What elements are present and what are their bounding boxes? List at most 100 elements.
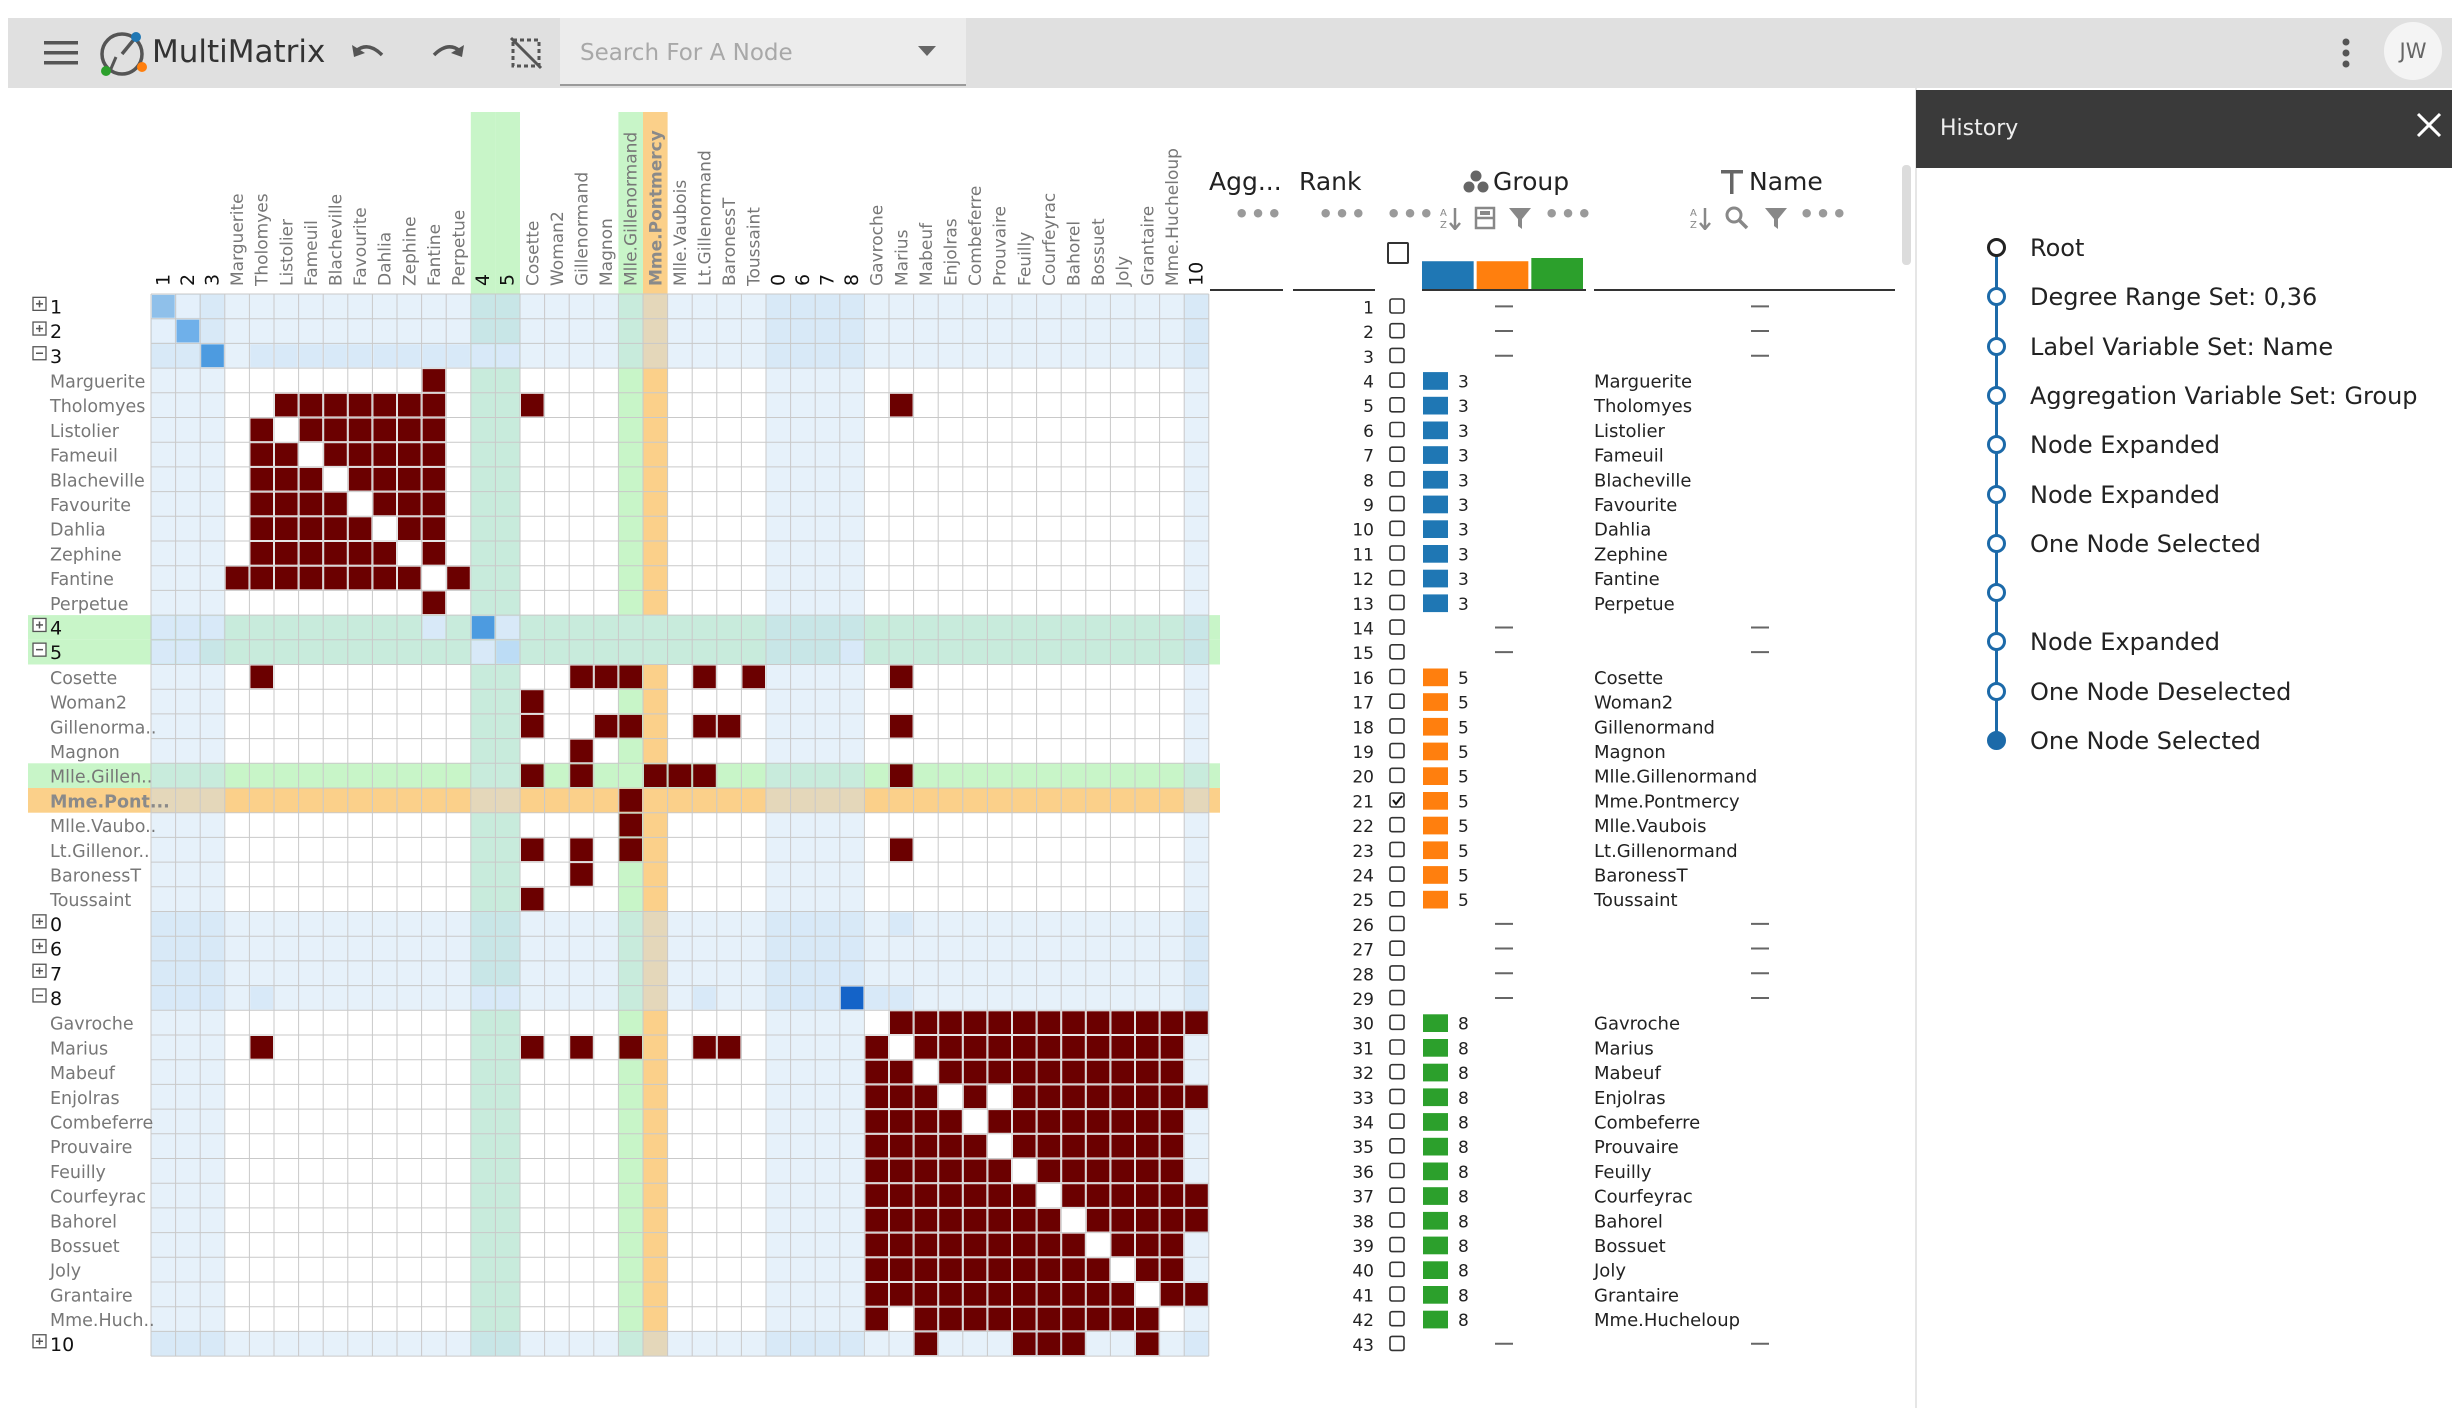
edge-cell[interactable] <box>1136 1134 1159 1158</box>
row-checkbox[interactable] <box>1389 594 1405 611</box>
edge-cell[interactable] <box>250 467 273 491</box>
name-cell[interactable]: Perpetue <box>1594 594 1675 615</box>
row-label[interactable]: Mlle.Vaubo.. <box>50 817 156 837</box>
row-checkbox[interactable] <box>1389 1261 1405 1278</box>
edge-cell[interactable] <box>1037 1110 1061 1133</box>
edge-cell[interactable] <box>299 542 323 565</box>
row-checkbox[interactable] <box>1389 890 1405 907</box>
edge-cell[interactable] <box>890 838 913 862</box>
edge-cell[interactable] <box>422 393 446 417</box>
expand-toggle[interactable] <box>32 938 47 954</box>
column-label[interactable]: Enjolras <box>942 218 962 286</box>
edge-cell[interactable] <box>939 1208 962 1232</box>
history-item-label[interactable]: Degree Range Set: 0,36 <box>2030 283 2317 311</box>
edge-cell[interactable] <box>225 566 249 590</box>
column-label[interactable]: Fameuil <box>302 220 322 286</box>
edge-cell[interactable] <box>890 1233 913 1257</box>
aggregate-cell[interactable] <box>791 986 815 1010</box>
edge-cell[interactable] <box>324 517 347 540</box>
edge-cell[interactable] <box>988 1110 1011 1133</box>
edge-cell[interactable] <box>988 1307 1011 1331</box>
column-label[interactable]: Favourite <box>351 207 371 286</box>
name-cell[interactable]: Dahlia <box>1594 520 1651 541</box>
edge-cell[interactable] <box>988 1011 1011 1034</box>
name-cell[interactable]: Enjolras <box>1594 1088 1666 1109</box>
edge-cell[interactable] <box>890 1258 913 1281</box>
row-label[interactable]: Blacheville <box>50 471 145 491</box>
edge-cell[interactable] <box>1136 1011 1159 1034</box>
aggregate-cell[interactable] <box>693 986 716 1010</box>
edge-cell[interactable] <box>398 492 421 516</box>
history-node[interactable] <box>1987 681 2006 701</box>
row-checkbox[interactable] <box>1389 545 1405 561</box>
aggregate-cell[interactable] <box>152 319 175 343</box>
row-checkbox[interactable] <box>1389 742 1405 759</box>
edge-cell[interactable] <box>422 467 446 491</box>
edge-cell[interactable] <box>890 1208 913 1232</box>
edge-cell[interactable] <box>1160 1110 1184 1133</box>
edge-cell[interactable] <box>1111 1011 1134 1034</box>
edge-cell[interactable] <box>988 1060 1011 1084</box>
row-checkbox[interactable] <box>1389 421 1405 438</box>
edge-cell[interactable] <box>1136 1036 1159 1059</box>
name-cell[interactable]: Fantine <box>1594 569 1660 590</box>
row-label[interactable]: Bahorel <box>50 1212 117 1232</box>
edge-cell[interactable] <box>619 813 642 837</box>
aggregate-cell[interactable] <box>471 640 495 664</box>
edge-cell[interactable] <box>988 1208 1011 1232</box>
history-node[interactable] <box>1987 484 2006 504</box>
name-cell[interactable]: Marguerite <box>1594 371 1692 392</box>
column-label[interactable]: Blacheville <box>327 194 347 286</box>
column-label[interactable]: Toussaint <box>745 207 765 287</box>
history-item-label[interactable]: Node Expanded <box>2030 628 2220 656</box>
edge-cell[interactable] <box>1037 1036 1061 1059</box>
edge-cell[interactable] <box>1062 1011 1085 1034</box>
row-label[interactable]: Mlle.Gillen.. <box>50 768 152 788</box>
edge-cell[interactable] <box>250 492 273 516</box>
edge-cell[interactable] <box>890 1283 913 1306</box>
edge-cell[interactable] <box>865 1233 888 1257</box>
row-label[interactable]: Combeferre <box>50 1113 153 1133</box>
edge-cell[interactable] <box>250 542 273 565</box>
edge-cell[interactable] <box>1086 1011 1110 1034</box>
edge-cell[interactable] <box>422 418 446 442</box>
edge-cell[interactable] <box>1013 1134 1036 1158</box>
aggregate-cell[interactable] <box>471 986 495 1010</box>
edge-cell[interactable] <box>1062 1258 1085 1281</box>
aggregate-cell[interactable] <box>348 344 372 368</box>
edge-cell[interactable] <box>570 764 593 787</box>
row-label[interactable]: Listolier <box>50 422 120 442</box>
row-label[interactable]: Gillenorma.. <box>50 718 157 738</box>
edge-cell[interactable] <box>914 1283 938 1306</box>
edge-cell[interactable] <box>1111 1085 1134 1109</box>
row-label[interactable]: Tholomyes <box>49 397 145 417</box>
edge-cell[interactable] <box>1136 1233 1159 1257</box>
aggregate-cell[interactable] <box>201 344 224 368</box>
edge-cell[interactable] <box>939 1307 962 1331</box>
aggregate-cell[interactable] <box>176 616 200 639</box>
row-label[interactable]: Cosette <box>50 669 117 689</box>
row-label[interactable]: 1 <box>50 296 62 318</box>
edge-cell[interactable] <box>1111 1110 1134 1133</box>
row-checkbox[interactable] <box>1389 1014 1405 1031</box>
edge-cell[interactable] <box>963 1036 987 1059</box>
name-cell[interactable]: Zephine <box>1594 544 1668 565</box>
edge-cell[interactable] <box>275 542 298 565</box>
aggregate-cell[interactable] <box>496 640 519 664</box>
column-label[interactable]: BaronessT <box>720 197 740 286</box>
edge-cell[interactable] <box>619 789 642 812</box>
edge-cell[interactable] <box>373 393 396 417</box>
edge-cell[interactable] <box>693 665 716 689</box>
history-item-label[interactable]: One Node Selected <box>2030 727 2261 755</box>
edge-cell[interactable] <box>570 863 593 886</box>
row-label[interactable]: Marius <box>50 1039 108 1059</box>
row-checkbox[interactable] <box>1389 1113 1405 1129</box>
column-label[interactable]: Bahorel <box>1065 221 1085 286</box>
history-root-node[interactable] <box>1987 238 2006 257</box>
edge-cell[interactable] <box>644 764 667 787</box>
row-label[interactable]: 4 <box>50 617 62 639</box>
edge-cell[interactable] <box>1062 1233 1085 1257</box>
edge-cell[interactable] <box>963 1085 987 1109</box>
aggregate-cell[interactable] <box>373 344 396 368</box>
edge-cell[interactable] <box>299 393 323 417</box>
